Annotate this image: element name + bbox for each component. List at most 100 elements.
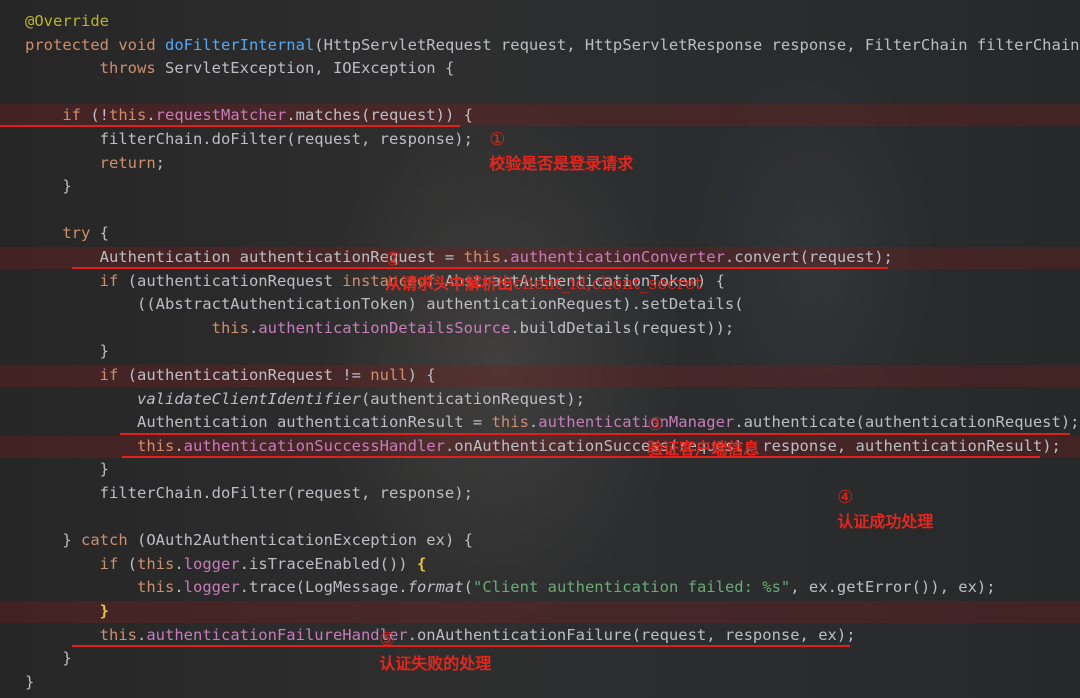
underline-1 <box>0 125 460 127</box>
code-token: } <box>25 649 72 667</box>
code-token: . <box>248 319 259 337</box>
code-token: if <box>99 272 128 290</box>
code-token: Authentication authenticationResult = <box>25 413 492 431</box>
annotation-5-text: 认证失败的处理 <box>379 654 492 673</box>
code-line[interactable]: filterChain.doFilter(request, response); <box>25 127 473 151</box>
annotation-4-text: 认证成功处理 <box>837 512 934 531</box>
code-token: format <box>407 578 464 596</box>
code-line[interactable]: @Override <box>25 9 109 33</box>
code-line[interactable]: } <box>25 174 71 198</box>
code-line[interactable]: this.logger.trace(LogMessage.format("Cli… <box>25 575 996 599</box>
code-line[interactable]: } <box>25 646 72 670</box>
code-token: ((AbstractAuthenticationToken) authentic… <box>25 295 744 313</box>
code-token: (OAuth2AuthenticationException ex) { <box>137 531 473 549</box>
code-line[interactable]: throws ServletException, IOException { <box>25 56 455 80</box>
code-token: ( <box>127 555 137 573</box>
code-line[interactable]: return; <box>25 151 165 175</box>
code-token: { <box>416 555 427 573</box>
code-token: authenticationDetailsSource <box>258 319 511 337</box>
code-token: doFilterInternal <box>164 36 315 54</box>
code-line[interactable]: } <box>25 670 34 694</box>
annotation-2-latin: client_id,client_secret <box>513 274 702 294</box>
code-line[interactable]: try { <box>25 221 109 245</box>
annotation-2-text: 从请求头中解析出 <box>385 274 514 293</box>
code-token: } <box>25 531 81 549</box>
code-token: .onAuthenticationFailure(request, respon… <box>407 626 856 644</box>
code-token: if <box>62 106 91 124</box>
code-line[interactable]: if (this.logger.isTraceEnabled()) { <box>25 552 427 576</box>
annotation-2: ② 从请求头中解析出client_id,client_secret <box>366 224 702 294</box>
code-token: ) { <box>407 366 436 384</box>
code-line[interactable]: } catch (OAuth2AuthenticationException e… <box>25 528 473 552</box>
code-token: if <box>99 555 128 573</box>
code-line[interactable]: if (!this.requestMatcher.matches(request… <box>25 103 473 127</box>
underline-5 <box>72 645 850 647</box>
code-token: } <box>99 602 109 620</box>
code-token: try <box>62 224 100 242</box>
code-token: logger <box>183 555 240 573</box>
code-token: . <box>500 248 511 266</box>
code-token: this <box>99 626 137 644</box>
annotation-4-number: ④ <box>837 487 854 508</box>
code-token: validateClientIdentifier <box>136 390 361 408</box>
annotation-1: ① 校验是否是登录请求 <box>470 104 633 173</box>
code-token: ( <box>463 578 473 596</box>
annotation-5: ⑤ 认证失败的处理 <box>360 604 491 673</box>
code-token: this <box>463 248 501 266</box>
underline-3 <box>120 433 1070 435</box>
code-line[interactable]: } <box>25 599 109 623</box>
code-line[interactable]: filterChain.doFilter(request, response); <box>25 481 473 505</box>
code-token: (! <box>90 106 109 124</box>
code-token: filterChain.doFilter(request, response); <box>25 130 473 148</box>
code-line[interactable]: this.authenticationSuccessHandler.onAuth… <box>25 434 1061 458</box>
code-token: .matches(request)) { <box>286 106 473 124</box>
code-line[interactable]: } <box>25 457 109 481</box>
code-token: this <box>109 106 147 124</box>
code-token: . <box>174 555 184 573</box>
code-token: requestMatcher <box>155 106 287 124</box>
code-token: "Client authentication failed: %s" <box>472 578 791 596</box>
code-line[interactable]: Authentication authenticationRequest = t… <box>25 245 893 269</box>
code-token: ServletException, IOException { <box>164 59 455 77</box>
code-token: . <box>174 578 184 596</box>
code-token: authenticationSuccessHandler <box>183 437 445 455</box>
code-token: this <box>491 413 529 431</box>
code-token: . <box>174 437 184 455</box>
code-token: @Override <box>25 12 109 30</box>
code-token: ; <box>155 154 165 172</box>
annotation-5-number: ⑤ <box>379 629 396 650</box>
code-line[interactable]: this.authenticationDetailsSource.buildDe… <box>25 316 735 340</box>
code-token: authenticationConverter <box>510 248 725 266</box>
code-token: return <box>99 154 156 172</box>
code-line[interactable]: validateClientIdentifier(authenticationR… <box>25 387 585 411</box>
code-token: null <box>370 366 408 384</box>
code-token: } <box>25 460 109 478</box>
code-line[interactable]: protected void doFilterInternal(HttpServ… <box>25 33 1080 57</box>
annotation-1-number: ① <box>489 129 506 150</box>
code-token: .isTraceEnabled()) <box>239 555 417 573</box>
code-token: this <box>137 555 175 573</box>
underline-2 <box>72 267 888 269</box>
code-token: . <box>528 413 539 431</box>
annotation-3-number: ③ <box>647 414 664 435</box>
code-token: .convert(request); <box>724 248 893 266</box>
code-token: catch <box>81 531 137 549</box>
code-token: this <box>136 578 175 596</box>
code-token: protected void <box>25 36 165 54</box>
code-token: .buildDetails(request)); <box>510 319 735 337</box>
code-line[interactable]: if (authenticationRequest != null) { <box>25 363 436 387</box>
code-token: (authenticationRequest); <box>360 390 585 408</box>
code-line[interactable]: Authentication authenticationResult = th… <box>25 410 1080 434</box>
code-token: logger <box>183 578 240 596</box>
code-token: .authenticate(authenticationRequest); <box>734 413 1080 431</box>
code-line[interactable]: } <box>25 339 109 363</box>
